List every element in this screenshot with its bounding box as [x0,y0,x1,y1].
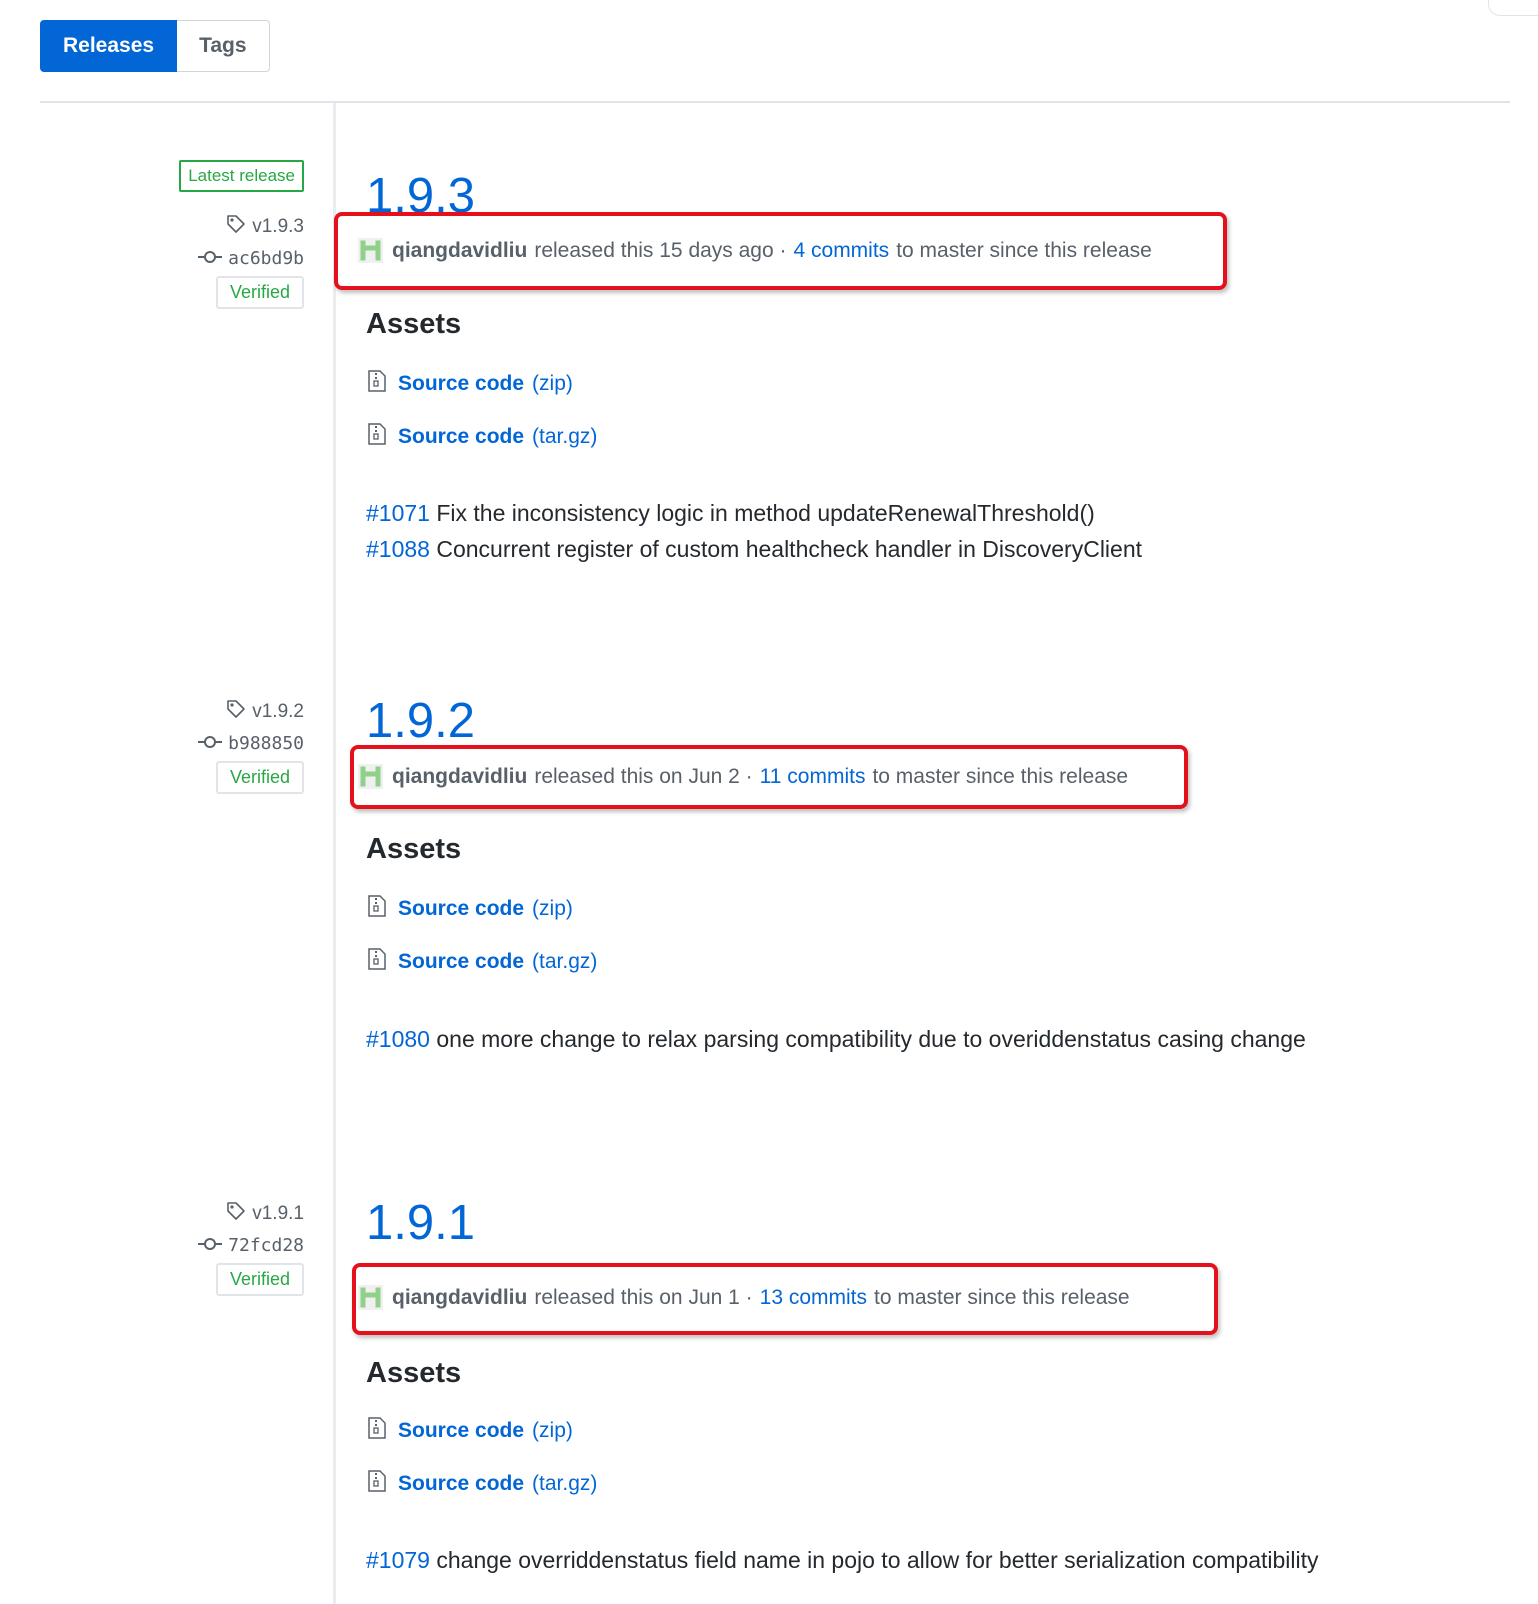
asset-ext: (tar.gz) [532,425,598,448]
release-commit[interactable]: b988850 [198,733,304,754]
identicon-avatar[interactable] [358,238,383,263]
assets-heading: Assets [366,833,462,865]
release-commit[interactable]: 72fcd28 [198,1235,304,1256]
assets-heading: Assets [366,308,462,340]
release-meta: v1.9.2 b988850 Verified [0,685,304,805]
release-byline: qiangdavidliu released this on Jun 1 · 1… [358,1285,1130,1310]
file-zip-icon [368,948,386,976]
file-zip-icon [368,370,386,398]
file-zip-icon [368,895,386,923]
commit-icon [198,733,223,754]
commits-suffix: to master since this release [872,764,1129,788]
release-tabs: Releases Tags [40,20,270,72]
release-commit[interactable]: ac6bd9b [198,248,304,269]
asset-ext: (tar.gz) [532,950,598,973]
release-byline: qiangdavidliu released this on Jun 2 · 1… [358,764,1128,789]
asset-source-zip[interactable]: Source code (zip) [368,370,573,398]
asset-ext: (zip) [532,1419,573,1442]
verified-badge[interactable]: Verified [215,761,304,794]
commits-since-link[interactable]: 13 commits [760,1286,867,1310]
release-title[interactable]: 1.9.2 [366,697,475,746]
asset-source-targz[interactable]: Source code (tar.gz) [368,1470,597,1498]
release-note: #1079 change overriddenstatus field name… [366,1547,1319,1574]
window-corner [1488,0,1538,16]
asset-source-targz[interactable]: Source code (tar.gz) [368,948,597,976]
issue-link[interactable]: #1088 [366,536,430,562]
commit-sha: 72fcd28 [228,1235,304,1256]
asset-name: Source code [398,425,525,448]
asset-name: Source code [398,1419,525,1442]
file-zip-icon [368,423,386,451]
note-text: Concurrent register of custom healthchec… [429,536,1143,562]
tag-icon [226,699,246,725]
commits-since-link[interactable]: 4 commits [794,239,890,263]
tab-tags[interactable]: Tags [177,20,270,72]
release-title[interactable]: 1.9.1 [366,1199,475,1248]
tabs-divider [40,101,1510,103]
released-text: released this 15 days ago · [534,238,787,262]
author-link[interactable]: qiangdavidliu [392,1286,527,1310]
commit-icon [198,1235,223,1256]
note-text: change overriddenstatus field name in po… [429,1547,1319,1573]
tag-icon [226,1201,246,1227]
asset-name: Source code [398,372,525,395]
issue-link[interactable]: #1079 [366,1547,430,1573]
file-zip-icon [368,1417,386,1445]
commit-sha: b988850 [228,733,304,754]
verified-badge[interactable]: Verified [215,1263,304,1296]
release-tag[interactable]: v1.9.3 [226,214,304,240]
commits-suffix: to master since this release [896,238,1152,262]
commits-since-link[interactable]: 11 commits [760,765,866,789]
commit-sha: ac6bd9b [228,248,304,269]
asset-name: Source code [398,1472,525,1495]
author-link[interactable]: qiangdavidliu [392,765,527,789]
asset-name: Source code [398,897,525,920]
note-text: one more change to relax parsing compati… [429,1026,1306,1052]
commits-suffix: to master since this release [874,1285,1130,1309]
release-note: #1071 Fix the inconsistency logic in met… [366,500,1095,527]
release-byline: qiangdavidliu released this 15 days ago … [358,238,1152,263]
release-note: #1088 Concurrent register of custom heal… [366,536,1142,563]
release-tag[interactable]: v1.9.1 [226,1201,304,1227]
verified-badge[interactable]: Verified [215,276,304,309]
issue-link[interactable]: #1080 [366,1026,430,1052]
identicon-avatar[interactable] [358,764,383,789]
asset-ext: (tar.gz) [532,1472,598,1495]
asset-source-zip[interactable]: Source code (zip) [368,895,573,923]
tag-label: v1.9.3 [252,216,304,237]
asset-source-zip[interactable]: Source code (zip) [368,1417,573,1445]
release-meta: Latest release v1.9.3 ac6bd9b Verified [0,160,304,320]
assets-heading: Assets [366,1357,462,1389]
release-note: #1080 one more change to relax parsing c… [366,1026,1306,1053]
release-tag[interactable]: v1.9.2 [226,699,304,725]
asset-ext: (zip) [532,372,573,395]
identicon-avatar[interactable] [358,1285,383,1310]
asset-name: Source code [398,950,525,973]
latest-release-badge: Latest release [179,160,304,192]
timeline-divider [333,103,336,1604]
tag-label: v1.9.2 [252,701,304,722]
commit-icon [198,248,223,269]
released-text: released this on Jun 2 · [534,764,753,788]
asset-source-targz[interactable]: Source code (tar.gz) [368,423,597,451]
tag-label: v1.9.1 [252,1203,304,1224]
note-text: Fix the inconsistency logic in method up… [429,500,1095,526]
author-link[interactable]: qiangdavidliu [392,239,527,263]
file-zip-icon [368,1470,386,1498]
tag-icon [226,214,246,240]
issue-link[interactable]: #1071 [366,500,430,526]
release-meta: v1.9.1 72fcd28 Verified [0,1187,304,1307]
released-text: released this on Jun 1 · [534,1285,753,1309]
tab-releases[interactable]: Releases [40,20,178,72]
asset-ext: (zip) [532,897,573,920]
